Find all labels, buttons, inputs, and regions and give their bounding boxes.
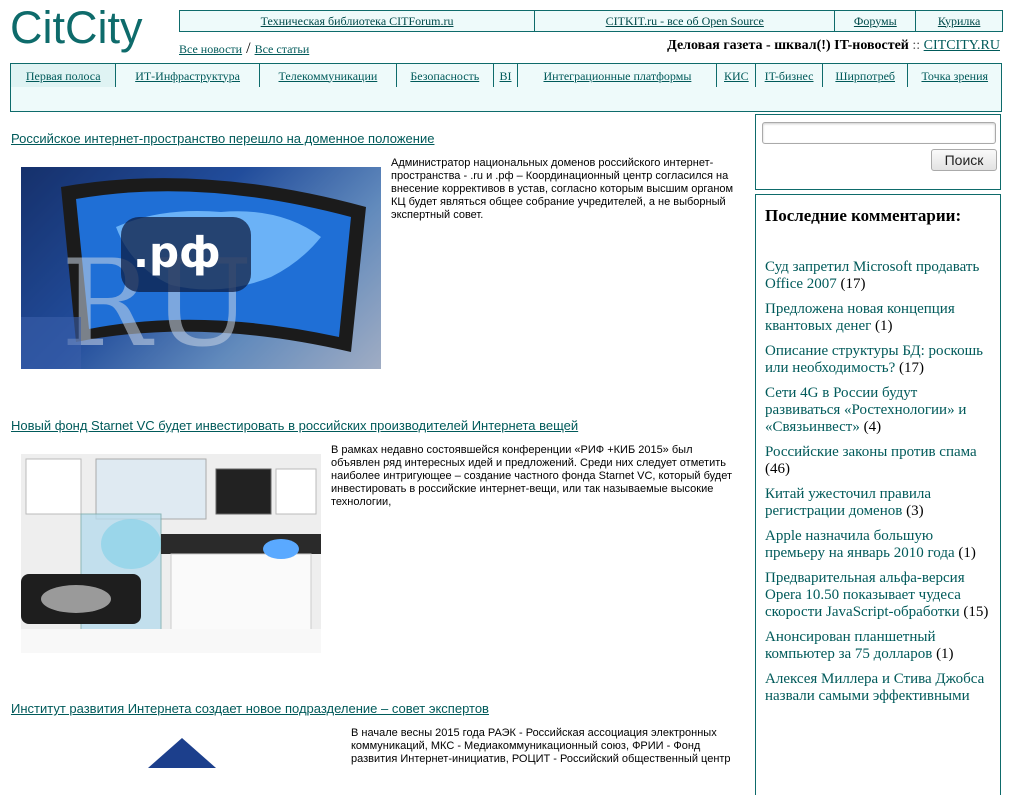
top-link-forums[interactable]: Форумы	[854, 14, 897, 29]
comment-count: (3)	[906, 503, 924, 519]
nav-cell: Первая полоса	[11, 64, 117, 88]
comment-link[interactable]: Российские законы против спама	[765, 444, 977, 460]
sub-links-separator: /	[246, 40, 251, 57]
comment-item: Суд запретил Microsoft продавать Office …	[765, 259, 993, 293]
recent-comments-panel: Последние комментарии: Суд запретил Micr…	[755, 194, 1001, 795]
rf-logo-text: .рф	[133, 228, 221, 277]
comment-link[interactable]: Суд запретил Microsoft продавать Office …	[765, 259, 979, 292]
comment-link[interactable]: Анонсирован планшетный компьютер за 75 д…	[765, 629, 936, 662]
nav-item-bi[interactable]: BI	[500, 69, 512, 84]
tagline-separator: ::	[912, 38, 921, 53]
article-title[interactable]: Институт развития Интернета создает ново…	[11, 701, 489, 716]
comment-item: Сети 4G в России будут развиваться «Рост…	[765, 385, 993, 436]
comment-item: Российские законы против спама (46)	[765, 444, 993, 478]
comment-item: Предварительная альфа-версия Opera 10.50…	[765, 570, 993, 621]
recent-comments-list: Суд запретил Microsoft продавать Office …	[765, 259, 993, 713]
sub-links: Все новости / Все статьи	[179, 40, 309, 58]
nav-item-security[interactable]: Безопасность	[410, 69, 479, 84]
comment-count: (46)	[765, 461, 790, 477]
top-link-citkit[interactable]: CITKIT.ru - все об Open Source	[606, 14, 764, 29]
comment-count: (17)	[899, 360, 925, 376]
nav-cell: IT-бизнес	[756, 64, 823, 88]
nav-cell: Телекоммуникации	[260, 64, 398, 88]
article-image-smart-kitchen[interactable]	[21, 454, 321, 653]
nav-item-kis[interactable]: КИС	[724, 69, 749, 84]
nav-item-opinion[interactable]: Точка зрения	[921, 69, 988, 84]
comment-link[interactable]: Apple назначила большую премьеру на янва…	[765, 528, 955, 561]
top-link-citforum[interactable]: Техническая библиотека CITForum.ru	[261, 14, 454, 29]
nav-item-it-infrastructure[interactable]: ИТ-Инфраструктура	[135, 69, 240, 84]
comment-count: (17)	[840, 276, 866, 292]
comment-count: (4)	[863, 419, 882, 435]
comment-link[interactable]: Описание структуры БД: роскошь или необх…	[765, 343, 983, 376]
comment-count: (1)	[875, 318, 893, 334]
nav-item-consumer[interactable]: Ширпотреб	[835, 69, 895, 84]
article-image-iri-logo[interactable]	[140, 738, 230, 768]
comment-count: (1)	[958, 545, 976, 561]
sub-nav-bar	[10, 87, 1002, 112]
nav-item-telecom[interactable]: Телекоммуникации	[279, 69, 378, 84]
comment-item: Анонсирован планшетный компьютер за 75 д…	[765, 629, 993, 663]
article-title[interactable]: Российское интернет-пространство перешло…	[11, 131, 434, 146]
nav-cell: Точка зрения	[908, 64, 1001, 88]
comment-item: Китай ужесточил правила регистрации доме…	[765, 486, 993, 520]
top-link-cell: Форумы	[835, 11, 917, 31]
comment-count: (15)	[963, 604, 989, 620]
comment-count: (1)	[936, 646, 954, 662]
kitchen-illustration	[21, 454, 321, 653]
all-articles-link[interactable]: Все статьи	[255, 42, 310, 56]
search-box: Поиск	[755, 114, 1001, 190]
top-link-cell: Курилка	[916, 11, 1002, 31]
top-link-cell: CITKIT.ru - все об Open Source	[535, 11, 836, 31]
blue-triangle-logo	[148, 738, 216, 768]
nav-cell: Ширпотреб	[823, 64, 909, 88]
comment-item: Описание структуры БД: роскошь или необх…	[765, 343, 993, 377]
search-button[interactable]: Поиск	[931, 149, 997, 171]
all-news-link[interactable]: Все новости	[179, 42, 242, 56]
nav-cell: Интеграционные платформы	[518, 64, 718, 88]
comment-item: Предложена новая концепция квантовых ден…	[765, 301, 993, 335]
article-summary: Администратор национальных доменов росси…	[391, 157, 734, 221]
monitor-illustration: RU .рф	[21, 167, 381, 369]
tagline-text: Деловая газета - шквал(!) IT-новостей	[667, 38, 909, 53]
nav-item-integration-platforms[interactable]: Интеграционные платформы	[543, 69, 691, 84]
top-link-kurilka[interactable]: Курилка	[938, 14, 981, 29]
comment-link[interactable]: Алексея Миллера и Стива Джобса назвали с…	[765, 671, 984, 704]
article-title[interactable]: Новый фонд Starnet VC будет инвестироват…	[11, 418, 578, 433]
article-image-rf-domain[interactable]: RU .рф	[21, 167, 381, 369]
site-logo[interactable]: CitCity	[10, 0, 143, 56]
comment-item: Apple назначила большую премьеру на янва…	[765, 528, 993, 562]
recent-comments-title: Последние комментарии:	[765, 206, 962, 225]
nav-cell: BI	[494, 64, 519, 88]
comment-link[interactable]: Предложена новая концепция квантовых ден…	[765, 301, 955, 334]
article-summary: В начале весны 2015 года РАЭК - Российск…	[351, 727, 731, 765]
comment-link[interactable]: Предварительная альфа-версия Opera 10.50…	[765, 570, 965, 620]
nav-cell: КИС	[717, 64, 757, 88]
top-links-bar: Техническая библиотека CITForum.ru CITKI…	[179, 10, 1003, 32]
search-input[interactable]	[762, 122, 996, 144]
top-link-cell: Техническая библиотека CITForum.ru	[180, 11, 536, 31]
nav-item-front-page[interactable]: Первая полоса	[26, 69, 101, 84]
nav-cell: ИТ-Инфраструктура	[116, 64, 260, 88]
tagline: Деловая газета - шквал(!) IT-новостей ::…	[667, 38, 1000, 54]
section-nav: Первая полоса ИТ-Инфраструктура Телекомм…	[10, 63, 1002, 89]
comment-item: Алексея Миллера и Стива Джобса назвали с…	[765, 671, 993, 705]
nav-cell: Безопасность	[397, 64, 494, 88]
nav-item-it-business[interactable]: IT-бизнес	[765, 69, 814, 84]
site-home-link[interactable]: CITCITY.RU	[924, 38, 1000, 53]
article-summary: В рамках недавно состоявшейся конференци…	[331, 444, 732, 508]
